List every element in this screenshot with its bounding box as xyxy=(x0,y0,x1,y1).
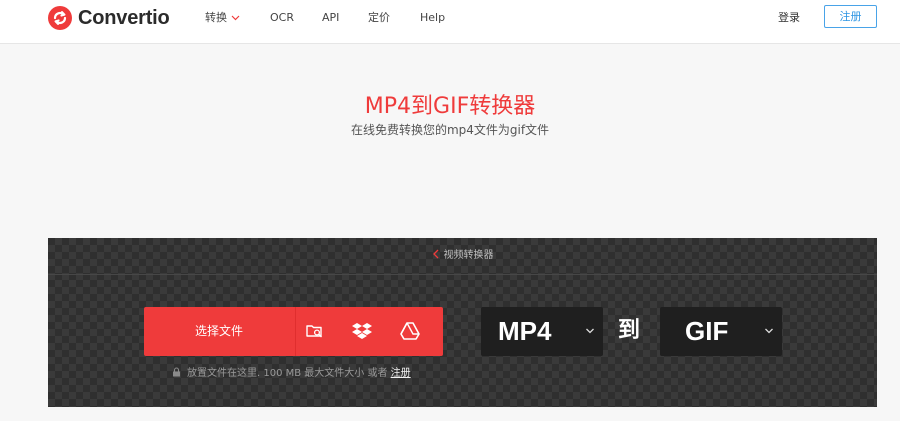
logo[interactable]: Convertio xyxy=(48,5,170,31)
choose-file-button[interactable]: 选择文件 xyxy=(144,307,443,356)
chevron-down-icon xyxy=(231,15,240,21)
converter-panel: 视频转换器 选择文件 放置文件在这里. 100 MB 最大文件大小 或者 注册 … xyxy=(48,238,877,407)
lock-icon xyxy=(173,367,180,377)
choose-file-label: 选择文件 xyxy=(195,324,244,338)
google-drive-icon[interactable] xyxy=(398,319,422,343)
page-title: MP4到GIF转换器 xyxy=(364,94,536,119)
drop-hint: 放置文件在这里. 100 MB 最大文件大小 或者 注册 xyxy=(172,367,411,380)
nav-item-ocr[interactable]: OCR xyxy=(270,11,294,25)
dropbox-icon[interactable] xyxy=(350,319,374,343)
target-format-select[interactable]: GIF xyxy=(660,307,782,356)
chevron-down-icon xyxy=(765,328,773,334)
google-drive-icon-glyph xyxy=(400,322,420,340)
top-bar: Convertio 转换 OCR API 定价 Help 登录 注册 xyxy=(0,0,900,44)
dropbox-icon-glyph xyxy=(352,323,372,339)
nav-item-help[interactable]: Help xyxy=(420,11,445,25)
drop-hint-text: 放置文件在这里. 100 MB 最大文件大小 或者 xyxy=(187,368,388,379)
to-label: 到 xyxy=(618,318,641,343)
source-format-value: MP4 xyxy=(498,316,552,346)
breadcrumb[interactable]: 视频转换器 xyxy=(48,249,877,263)
target-format-value: GIF xyxy=(685,316,729,346)
folder-search-icon[interactable] xyxy=(303,319,327,343)
chevron-left-icon xyxy=(432,249,438,259)
divider xyxy=(295,307,296,356)
folder-search-icon-glyph xyxy=(306,325,322,338)
nav-item-pricing[interactable]: 定价 xyxy=(368,11,390,25)
signup-button[interactable]: 注册 xyxy=(824,5,877,28)
nav-item-api[interactable]: API xyxy=(322,11,339,25)
chevron-down-icon xyxy=(586,328,594,334)
nav-item-label: 转换 xyxy=(205,11,227,24)
breadcrumb-label: 视频转换器 xyxy=(443,250,494,261)
signup-link[interactable]: 注册 xyxy=(391,368,411,379)
page-subtitle: 在线免费转换您的mp4文件为gif文件 xyxy=(350,123,550,137)
panel-header: 视频转换器 xyxy=(48,238,877,275)
convertio-logo-icon xyxy=(48,6,72,30)
login-link[interactable]: 登录 xyxy=(778,11,800,25)
nav-item-convert[interactable]: 转换 xyxy=(205,11,240,25)
logo-text: Convertio xyxy=(78,6,170,29)
source-format-select[interactable]: MP4 xyxy=(481,307,603,356)
